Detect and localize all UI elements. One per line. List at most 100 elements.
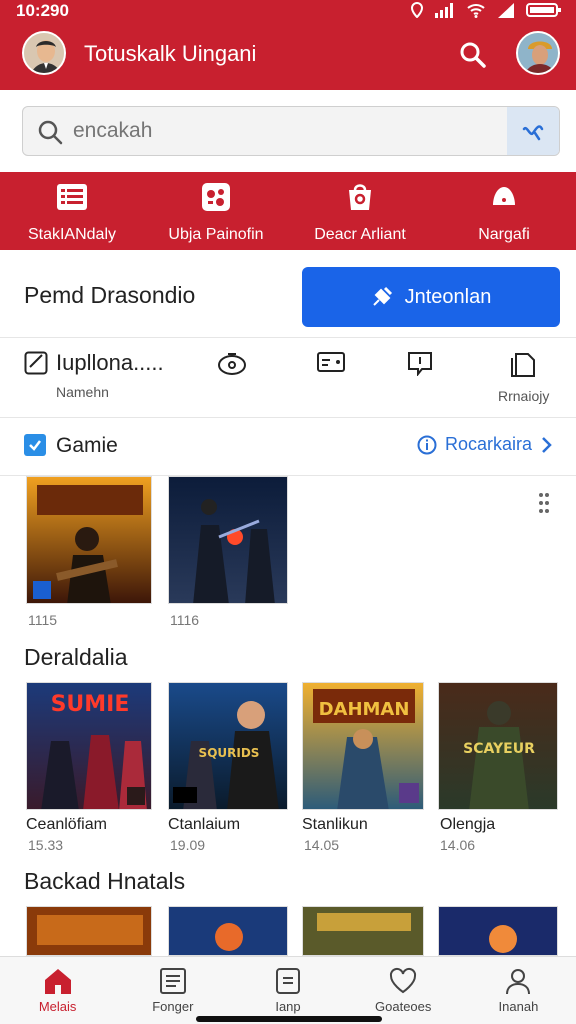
location-icon <box>410 2 424 18</box>
game-cover-art <box>439 907 557 955</box>
gamepad-icon <box>200 182 232 212</box>
nav-item-profile[interactable]: Inanah <box>461 957 576 1024</box>
check-icon <box>29 440 41 451</box>
category-item-1[interactable]: StakIANdaly <box>0 172 144 250</box>
voice-search-button[interactable] <box>507 107 559 155</box>
avatar-portrait-icon <box>518 33 558 73</box>
game-cover-art <box>303 907 423 955</box>
tile-caption: 1115 <box>28 612 58 628</box>
cover-title: SUMIE <box>51 692 130 717</box>
bag-icon <box>344 182 376 212</box>
timer-icon <box>218 353 246 375</box>
cover-title: SQURIDS <box>199 746 260 760</box>
chevron-right-icon <box>542 436 552 453</box>
game-cover-art <box>169 907 287 955</box>
nav-item-home[interactable]: Melais <box>0 957 115 1024</box>
signal-secondary-icon <box>498 3 514 18</box>
status-icons <box>410 2 562 18</box>
more-options-icon[interactable] <box>538 492 550 516</box>
tool-item-files[interactable]: Rrnaiojy <box>498 350 549 404</box>
category-item-4[interactable]: Nargafi <box>432 172 576 250</box>
tile-title: Ceanlöfiam <box>26 816 107 833</box>
tile-title: Stanlikun <box>302 816 368 833</box>
nav-item-app[interactable]: Ianp <box>230 957 345 1024</box>
game-tile[interactable]: SUMIE <box>26 682 152 810</box>
battery-icon <box>526 3 561 17</box>
info-icon <box>417 435 437 454</box>
profile-avatar[interactable] <box>22 31 66 75</box>
cover-title: DAHMAN <box>319 699 410 720</box>
plug-icon <box>372 286 392 306</box>
search-icon <box>460 42 486 68</box>
nav-item-favorites[interactable]: Goateoes <box>346 957 461 1024</box>
nav-label: Melais <box>38 999 77 1014</box>
section-link-label: Rocarkaira <box>444 434 532 454</box>
section-checkbox[interactable] <box>24 434 46 456</box>
bottom-nav: Melais Fonger Ianp Goateoes Inanah <box>0 956 576 1024</box>
game-tile[interactable] <box>168 906 288 956</box>
user-avatar[interactable] <box>516 31 560 75</box>
search-section <box>0 90 576 172</box>
wifi-icon <box>467 4 485 18</box>
game-cover-art <box>27 477 151 603</box>
section-see-all-link[interactable]: Rocarkaira <box>417 434 552 455</box>
nav-label: Fonger <box>152 999 194 1014</box>
search-bar[interactable] <box>22 106 560 156</box>
tile-title: Ctanlaium <box>168 816 241 833</box>
tool-sublabel: Namehn <box>56 384 109 400</box>
game-tile[interactable]: SCAYEUR <box>438 682 558 810</box>
game-cover-art: SCAYEUR <box>439 683 557 809</box>
tile-caption: 1116 <box>170 612 200 628</box>
game-tile[interactable]: DAHMAN <box>302 682 424 810</box>
checkbox-edit-icon <box>24 351 48 375</box>
game-tile[interactable] <box>302 906 424 956</box>
game-cover-art <box>27 907 151 955</box>
category-label: Ubja Painofin <box>168 226 264 243</box>
category-item-3[interactable]: Deacr Arliant <box>288 172 432 250</box>
status-bar: 10:290 <box>0 0 576 22</box>
game-tile[interactable]: SQURIDS <box>168 682 288 810</box>
game-cover-art <box>169 477 287 603</box>
game-tile[interactable] <box>26 906 152 956</box>
game-tile-featured-1[interactable] <box>26 476 152 604</box>
category-item-2[interactable]: Ubja Painofin <box>144 172 288 250</box>
row-title: Deraldalia <box>24 644 128 670</box>
badge-icon <box>33 581 51 599</box>
game-tile[interactable] <box>438 906 558 956</box>
avatar-portrait-icon <box>24 33 64 73</box>
app-header: Totuskalk Uingani <box>0 22 576 90</box>
voice-wave-icon <box>522 125 544 141</box>
status-time: 10:290 <box>16 1 69 20</box>
section-title: Gamie <box>56 434 118 457</box>
bell-icon <box>488 182 520 212</box>
tile-caption: 14.05 <box>304 837 340 853</box>
home-indicator[interactable] <box>196 1016 382 1022</box>
document-icon <box>159 968 186 994</box>
tile-caption: 14.06 <box>440 837 476 853</box>
search-icon <box>38 120 63 145</box>
search-input[interactable] <box>73 107 503 155</box>
tools-row: Iupllona..... Namehn Rrnaiojy <box>0 338 576 418</box>
comment-icon <box>408 352 432 376</box>
tool-label: Iupllona..... <box>56 350 164 375</box>
header-search-button[interactable] <box>458 40 488 70</box>
signal-icon <box>435 3 453 18</box>
home-icon <box>44 969 71 994</box>
tool-item-wallet[interactable] <box>316 350 346 374</box>
nav-label: Goateoes <box>375 999 432 1014</box>
game-tile-featured-2[interactable] <box>168 476 288 604</box>
cover-title: SCAYEUR <box>463 741 535 757</box>
section-header: Gamie Rocarkaira <box>0 418 576 476</box>
heart-icon <box>390 967 417 994</box>
nav-item-feed[interactable]: Fonger <box>115 957 230 1024</box>
tool-item-upload[interactable]: Iupllona..... <box>24 350 164 376</box>
category-label: StakIANdaly <box>27 226 117 243</box>
connect-button[interactable]: Jnteonlan <box>302 267 560 327</box>
game-cover-art: DAHMAN <box>303 683 423 809</box>
tool-item-comment[interactable] <box>406 350 434 376</box>
category-label: Deacr Arliant <box>314 226 406 243</box>
tool-item-timer[interactable] <box>216 350 248 376</box>
tile-title: Olengja <box>440 816 496 833</box>
nav-label: Inanah <box>498 999 539 1014</box>
tile-caption: 15.33 <box>28 837 64 853</box>
